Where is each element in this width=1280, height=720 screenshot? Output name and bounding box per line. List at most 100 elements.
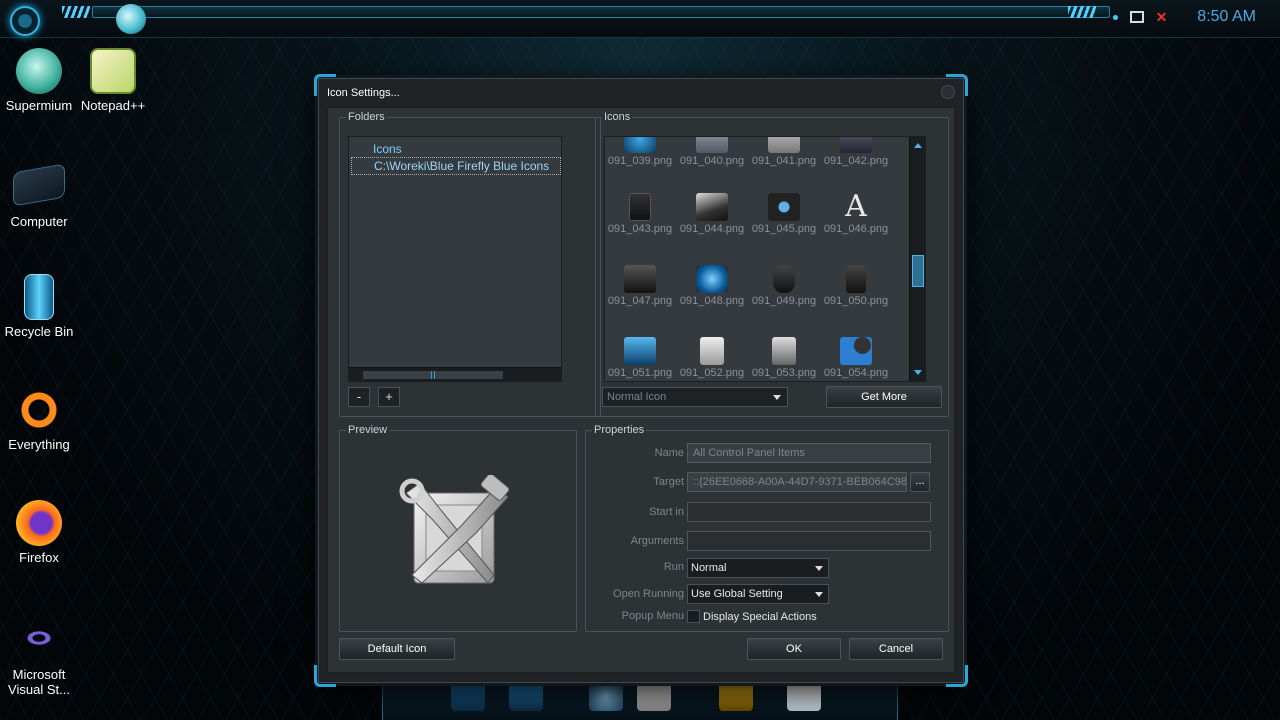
arguments-field[interactable]: [687, 531, 931, 551]
icon-grid-item[interactable]: 091_042.png: [821, 137, 891, 167]
clock[interactable]: 8:50 AM: [1197, 8, 1256, 26]
top-taskbar: ✕ 8:50 AM: [0, 0, 1280, 38]
folder-item-icons[interactable]: Icons: [349, 141, 561, 157]
network-tower-icon: [700, 337, 724, 365]
icon-grid-item[interactable]: 091_050.png: [821, 265, 891, 307]
tools-icon: [772, 337, 796, 365]
open-running-select[interactable]: Use Global Setting: [687, 584, 829, 604]
chevron-down-icon: [815, 566, 823, 571]
decor-stripe: [1068, 6, 1096, 18]
start-button[interactable]: [10, 6, 40, 36]
icon-grid-item[interactable]: 091_054.png: [821, 337, 891, 379]
printer-icon: [624, 265, 656, 293]
browse-target-button[interactable]: ...: [910, 472, 930, 492]
icon-state-select[interactable]: Normal Icon: [602, 387, 788, 407]
volume-muted-icon[interactable]: ✕: [1156, 9, 1168, 26]
firefox-icon: [16, 500, 62, 546]
icon-grid-item[interactable]: 091_052.png: [677, 337, 747, 379]
dialog-body: Folders Icons C:\Woreki\Blue Firefly Blu…: [327, 107, 955, 673]
icons-group: Icons 091_039.png 091_040.png 091_041.pn…: [595, 111, 949, 417]
dock-wrench-icon[interactable]: [719, 681, 753, 711]
desktop-icon-label: Notepad++: [80, 98, 146, 113]
decor-stripe: [62, 6, 90, 18]
desktop-icon-label: Firefox: [19, 550, 59, 565]
camera-icon: [768, 193, 800, 221]
desktop-icon-computer[interactable]: Computer: [0, 160, 78, 229]
supermium-taskbar-icon[interactable]: [116, 4, 146, 34]
cancel-button[interactable]: Cancel: [849, 638, 943, 660]
desktop-icon-label: Supermium: [5, 98, 73, 113]
icon-grid-item[interactable]: 091_049.png: [749, 265, 819, 307]
icon-grid-item[interactable]: 091_051.png: [605, 337, 675, 379]
icon-grid-item[interactable]: 091_053.png: [749, 337, 819, 379]
display-special-actions-label[interactable]: Display Special Actions: [703, 611, 817, 623]
folder-item-path[interactable]: C:\Woreki\Blue Firefly Blue Icons: [351, 157, 561, 175]
name-label: Name: [654, 447, 684, 459]
mouse-icon: [773, 265, 795, 293]
icon-grid-item[interactable]: 091_041.png: [749, 137, 819, 167]
icons-vscroll[interactable]: [909, 137, 925, 381]
computer-icon: [13, 163, 65, 207]
run-select[interactable]: Normal: [687, 558, 829, 578]
dock-tools-icon[interactable]: [637, 681, 671, 711]
visual-studio-icon: [13, 623, 65, 653]
recycle-bin-icon: [24, 274, 54, 320]
default-icon-button[interactable]: Default Icon: [339, 638, 455, 660]
dock-display-icon[interactable]: [451, 681, 485, 711]
scroll-thumb[interactable]: [912, 255, 924, 287]
icon-grid-item[interactable]: 091_043.png: [605, 193, 675, 235]
dock-recycle-icon[interactable]: [787, 681, 821, 711]
icon-grid-item[interactable]: A 091_046.png: [821, 189, 891, 236]
name-field[interactable]: All Control Panel Items: [687, 443, 931, 463]
icon-grid-item[interactable]: 091_047.png: [605, 265, 675, 307]
remove-folder-button[interactable]: -: [348, 387, 370, 407]
icon-grid-item[interactable]: 091_044.png: [677, 193, 747, 235]
icon-grid[interactable]: 091_039.png 091_040.png 091_041.png 091_…: [604, 136, 926, 382]
start-in-field[interactable]: [687, 502, 931, 522]
desktop-icon-visual-studio[interactable]: Microsoft Visual St...: [0, 613, 78, 697]
tray-dot-icon: [1112, 14, 1118, 20]
icon-grid-item[interactable]: 091_048.png: [677, 265, 747, 307]
target-field[interactable]: ::{26EE0668-A00A-44D7-9371-BEB064C986: [687, 472, 907, 492]
folders-list[interactable]: Icons C:\Woreki\Blue Firefly Blue Icons: [348, 136, 562, 382]
ok-button[interactable]: OK: [747, 638, 841, 660]
notepad-icon: [90, 48, 136, 94]
tripod-icon: [846, 265, 866, 293]
folders-hscroll[interactable]: [349, 367, 561, 381]
display-special-actions-checkbox[interactable]: [687, 610, 700, 623]
network-icon[interactable]: [1129, 11, 1144, 23]
gamepad-icon: [840, 137, 872, 153]
preview-group: Preview: [339, 424, 577, 632]
icon-grid-item[interactable]: 091_045.png: [749, 193, 819, 235]
system-tray: ✕ 8:50 AM: [1112, 8, 1256, 26]
add-folder-button[interactable]: +: [378, 387, 400, 407]
popup-menu-label: Popup Menu: [621, 610, 684, 622]
desktop-icon-firefox[interactable]: Firefox: [0, 500, 78, 565]
run-label: Run: [663, 561, 684, 573]
close-icon[interactable]: [941, 85, 955, 99]
supermium-icon: [16, 48, 62, 94]
desktop-icon-supermium[interactable]: Supermium: [0, 48, 78, 113]
desktop-icon-label: Microsoft Visual St...: [8, 667, 70, 697]
scroll-down-icon[interactable]: [914, 370, 922, 375]
dock-folder-icon[interactable]: [509, 681, 543, 711]
scroll-up-icon[interactable]: [914, 143, 922, 148]
desktop-icon-notepad[interactable]: Notepad++: [74, 48, 152, 113]
get-more-button[interactable]: Get More: [826, 386, 942, 408]
icon-grid-item[interactable]: 091_040.png: [677, 137, 747, 167]
desktop-icon-recycle-bin[interactable]: Recycle Bin: [0, 274, 78, 339]
folders-group: Folders Icons C:\Woreki\Blue Firefly Blu…: [339, 111, 601, 417]
check-icon: [768, 137, 800, 153]
speaker-icon: [629, 193, 651, 221]
properties-label: Properties: [592, 424, 647, 436]
document-icon: [696, 137, 728, 153]
icon-settings-dialog: Icon Settings... Folders Icons C:\Woreki…: [314, 74, 968, 687]
monitor-icon: [624, 337, 656, 365]
icon-grid-item[interactable]: 091_039.png: [605, 137, 675, 167]
desktop-icon-label: Computer: [10, 214, 68, 229]
font-icon: A: [845, 189, 867, 224]
desktop-icon-label: Recycle Bin: [4, 324, 74, 339]
desktop-icon-everything[interactable]: Everything: [0, 387, 78, 452]
dock-search-icon[interactable]: [589, 681, 623, 711]
chevron-down-icon: [815, 592, 823, 597]
